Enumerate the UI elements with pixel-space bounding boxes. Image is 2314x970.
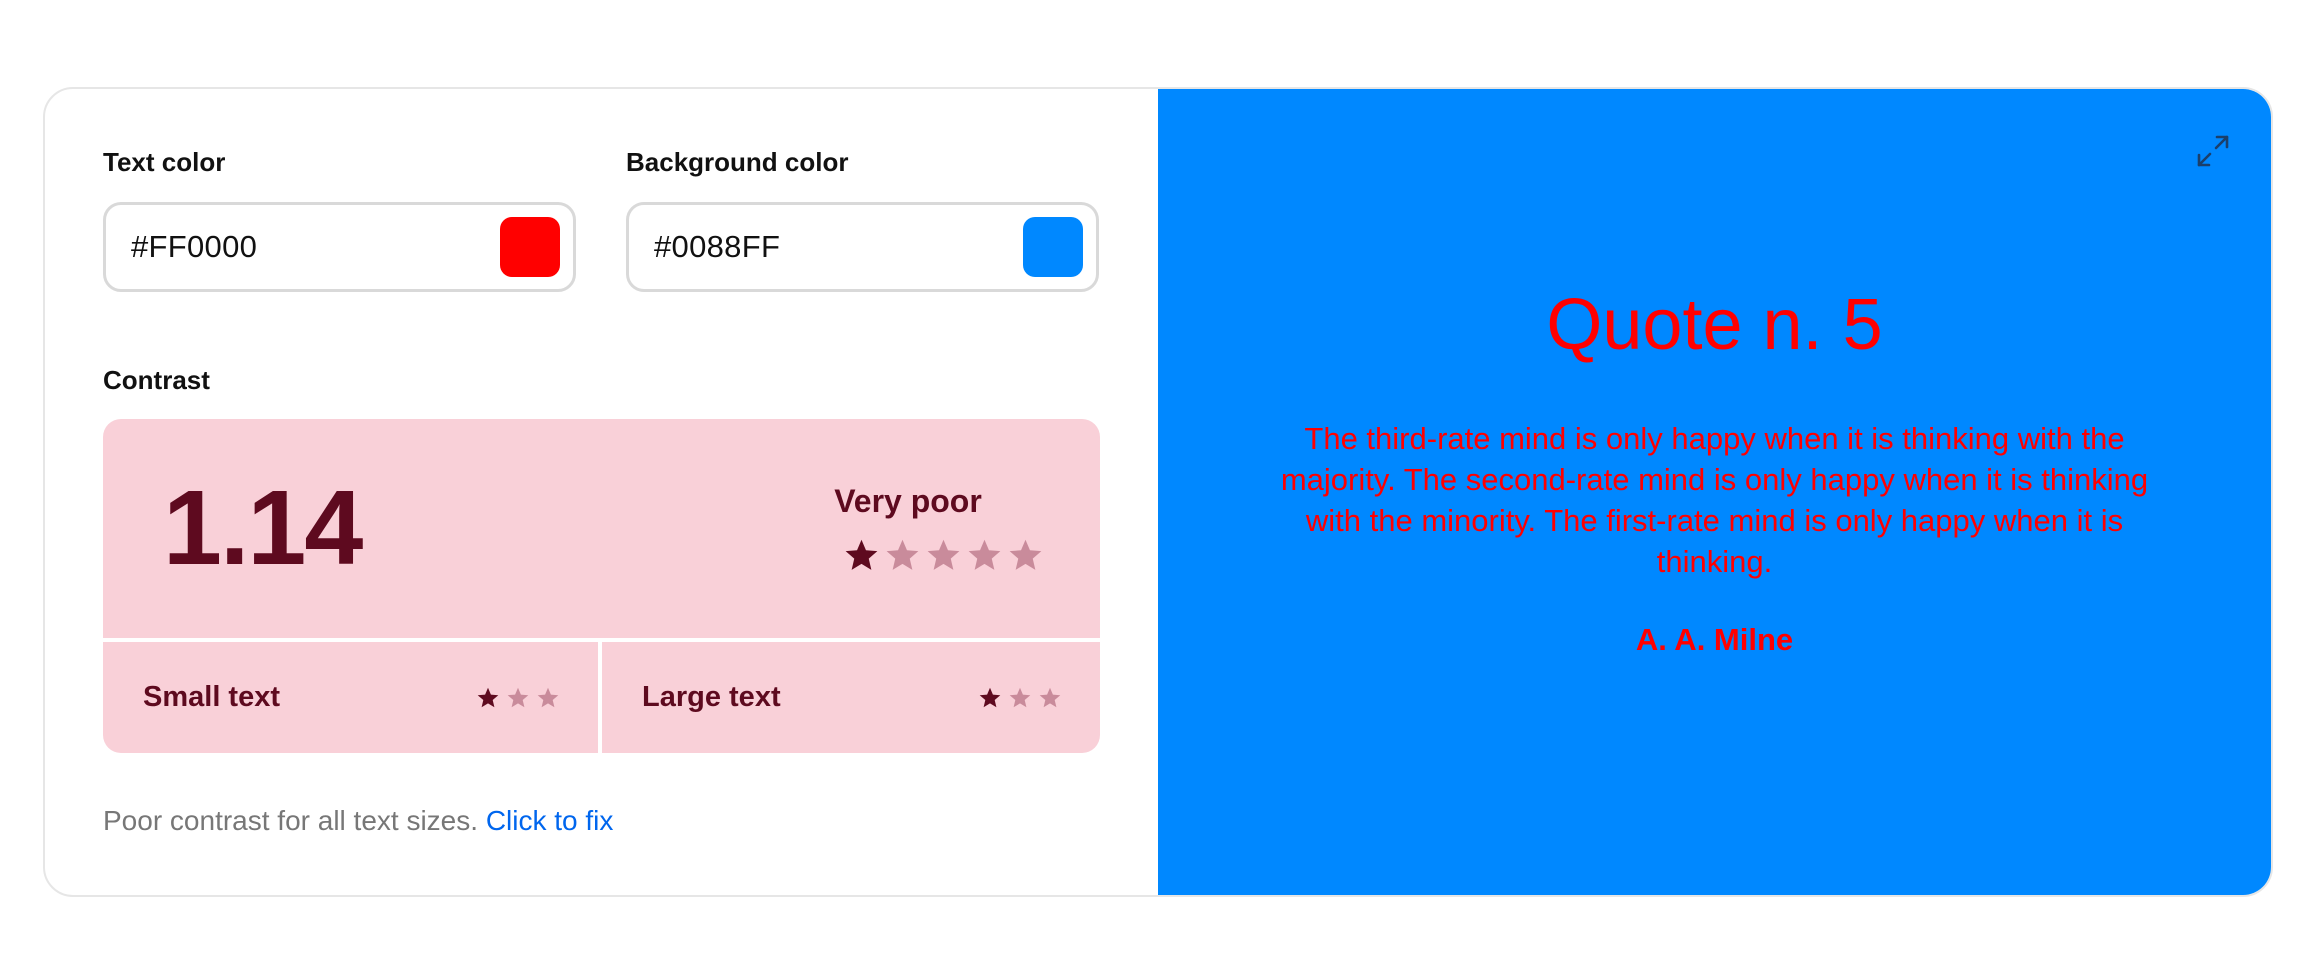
- text-color-value[interactable]: #FF0000: [131, 229, 500, 265]
- star-empty-icon: [537, 687, 559, 707]
- star-empty-icon: [1039, 687, 1061, 707]
- background-color-swatch[interactable]: [1023, 217, 1083, 277]
- controls-panel: Text color #FF0000 Background color #008…: [45, 89, 1158, 895]
- contrast-ratio: 1.14: [163, 469, 363, 587]
- small-text-label: Small text: [143, 681, 280, 713]
- contrast-rating-text: Very poor: [834, 483, 982, 519]
- star-filled-icon: [979, 687, 1001, 707]
- large-text-label: Large text: [642, 681, 781, 713]
- background-color-value[interactable]: #0088FF: [654, 229, 1023, 265]
- contrast-result: 1.14 Very poor Small text Large text: [103, 419, 1100, 753]
- star-filled-icon: [477, 687, 499, 707]
- star-empty-icon: [1009, 539, 1042, 570]
- small-text-stars: [476, 686, 560, 710]
- text-color-swatch[interactable]: [500, 217, 560, 277]
- star-empty-icon: [507, 687, 529, 707]
- small-text-result: Small text: [103, 642, 598, 753]
- contrast-checker-card: Text color #FF0000 Background color #008…: [43, 87, 2273, 897]
- contrast-message-text: Poor contrast for all text sizes.: [103, 805, 479, 836]
- contrast-label: Contrast: [103, 365, 210, 395]
- quote-author: A. A. Milne: [1635, 621, 1794, 657]
- text-color-input[interactable]: #FF0000: [103, 202, 576, 292]
- text-color-label: Text color: [103, 147, 226, 177]
- star-filled-icon: [845, 539, 878, 570]
- quote-title: Quote n. 5: [1546, 285, 1883, 366]
- contrast-score-panel: 1.14 Very poor: [103, 419, 1100, 638]
- click-to-fix-link[interactable]: Click to fix: [486, 805, 614, 836]
- contrast-rating-stars: [843, 537, 1044, 574]
- star-empty-icon: [886, 539, 919, 570]
- large-text-result: Large text: [602, 642, 1100, 753]
- background-color-label: Background color: [626, 147, 849, 177]
- star-empty-icon: [968, 539, 1001, 570]
- star-empty-icon: [927, 539, 960, 570]
- contrast-message: Poor contrast for all text sizes. Click …: [103, 805, 613, 837]
- star-empty-icon: [1009, 687, 1031, 707]
- expand-icon[interactable]: [2193, 131, 2233, 171]
- background-color-input[interactable]: #0088FF: [626, 202, 1099, 292]
- large-text-stars: [978, 686, 1062, 710]
- preview-panel: Quote n. 5 The third-rate mind is only h…: [1158, 89, 2271, 895]
- quote-text: The third-rate mind is only happy when i…: [1280, 420, 2149, 579]
